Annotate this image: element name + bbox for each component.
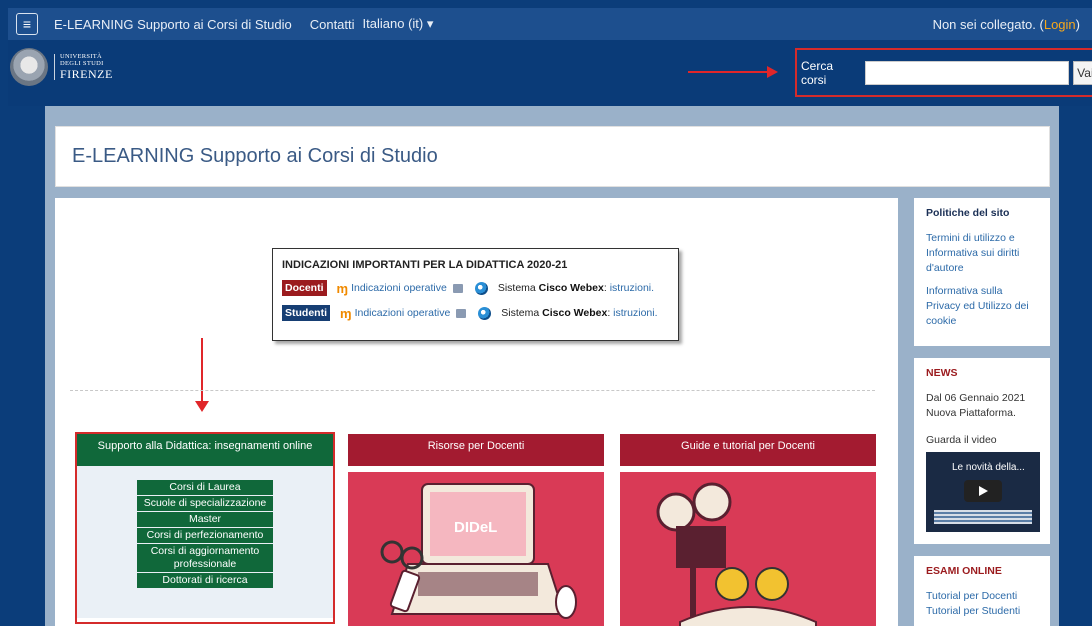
search-button[interactable]: Vai bbox=[1073, 60, 1092, 85]
link-indicazioni-docenti[interactable]: Indicazioni operative bbox=[351, 282, 447, 294]
play-icon[interactable] bbox=[964, 480, 1002, 502]
course-type-dottorati[interactable]: Dottorati di ricerca bbox=[137, 573, 273, 588]
column-risorse-docenti: Risorse per Docenti DIDeL bbox=[348, 434, 604, 626]
projector-illustration[interactable] bbox=[620, 472, 876, 626]
news-title: NEWS bbox=[926, 367, 958, 379]
webex-icon bbox=[478, 306, 492, 320]
news-text-platform: Nuova Piattaforma. bbox=[926, 407, 1016, 419]
didel-logo-text: DIDeL bbox=[454, 519, 497, 536]
news-text-date: Dal 06 Gennaio 2021 bbox=[926, 392, 1026, 404]
column-supporto-didattica: Supporto alla Didattica: insegnamenti on… bbox=[75, 432, 335, 624]
column-header-risorse[interactable]: Risorse per Docenti bbox=[348, 434, 604, 466]
university-logo[interactable]: UNIVERSITÀ DEGLI STUDI FIRENZE bbox=[8, 44, 118, 90]
sidebar-exams: ESAMI ONLINE Tutorial per Docenti Tutori… bbox=[914, 556, 1050, 626]
page-frame: E-LEARNING Supporto ai Corsi di Studio I… bbox=[45, 106, 1059, 626]
sys-name: Cisco Webex bbox=[538, 282, 604, 294]
link-istruzioni-docenti[interactable]: istruzioni bbox=[610, 282, 651, 294]
logo-text: UNIVERSITÀ DEGLI STUDI FIRENZE bbox=[54, 53, 113, 81]
search-label: Cerca corsi bbox=[801, 58, 834, 87]
projector-illustration-svg bbox=[656, 482, 817, 626]
course-type-perfezionamento[interactable]: Corsi di perfezionamento bbox=[137, 528, 273, 543]
course-search: Cerca corsi Vai bbox=[795, 48, 1092, 97]
login-status: Non sei collegato. (Login) bbox=[933, 17, 1080, 32]
annotation-arrow-right bbox=[688, 66, 778, 78]
sys-prefix: Sistema bbox=[501, 307, 540, 319]
section-divider bbox=[70, 390, 875, 391]
exam-link-studenti[interactable]: Tutorial per Studenti bbox=[926, 604, 1038, 619]
course-type-aggiornamento[interactable]: Corsi di aggiornamento professionale bbox=[137, 544, 273, 572]
column-header-supporto[interactable]: Supporto alla Didattica: insegnamenti on… bbox=[77, 434, 333, 466]
speaker-icon bbox=[452, 283, 463, 293]
search-input[interactable] bbox=[865, 60, 1070, 85]
login-link[interactable]: Login bbox=[1044, 17, 1076, 32]
policies-title: Politiche del sito bbox=[926, 207, 1010, 219]
title-panel: E-LEARNING Supporto ai Corsi di Studio bbox=[55, 126, 1050, 187]
main-content: INDICAZIONI IMPORTANTI PER LA DIDATTICA … bbox=[55, 198, 898, 626]
page-title: E-LEARNING Supporto ai Corsi di Studio bbox=[72, 145, 438, 167]
annotation-arrow-down bbox=[195, 338, 209, 412]
sys-prefix: Sistema bbox=[497, 282, 536, 294]
course-types-panel: Corsi di Laurea Scuole di specializzazio… bbox=[77, 466, 333, 618]
column-guide-tutorial: Guide e tutorial per Docenti bbox=[620, 434, 876, 626]
policy-link-terms[interactable]: Termini di utilizzo e Informativa sui di… bbox=[926, 231, 1038, 276]
course-type-laurea[interactable]: Corsi di Laurea bbox=[137, 480, 273, 495]
top-navbar: ≡ E-LEARNING Supporto ai Corsi di Studio… bbox=[8, 8, 1092, 40]
video-thumbnail-strip bbox=[934, 510, 1032, 524]
video-title: Le novità della... bbox=[952, 462, 1025, 473]
language-menu[interactable]: Italiano (it) ▾ bbox=[363, 16, 434, 32]
speaker-icon bbox=[456, 308, 467, 318]
caret-down-icon: ▾ bbox=[426, 16, 434, 31]
sys-name: Cisco Webex bbox=[542, 307, 608, 319]
sys-dot: . bbox=[654, 307, 658, 319]
exam-link-docenti[interactable]: Tutorial per Docenti bbox=[926, 589, 1038, 604]
webex-icon bbox=[474, 281, 488, 295]
link-indicazioni-studenti[interactable]: Indicazioni operative bbox=[355, 307, 451, 319]
sidebar-news: NEWS Dal 06 Gennaio 2021 Nuova Piattafor… bbox=[914, 358, 1050, 544]
moodle-icon: ɱ bbox=[340, 305, 352, 321]
university-seal-icon bbox=[10, 48, 48, 86]
moodle-icon: ɱ bbox=[336, 280, 349, 296]
tag-docenti: Docenti bbox=[282, 280, 327, 296]
course-type-list: Corsi di Laurea Scuole di specializzazio… bbox=[137, 480, 273, 589]
sys-colon: : bbox=[603, 282, 607, 294]
notice-row-studenti: Studenti ɱ Indicazioni operative Sistema… bbox=[282, 305, 678, 321]
policy-link-privacy[interactable]: Informativa sulla Privacy ed Utilizzo de… bbox=[926, 284, 1038, 329]
site-header: UNIVERSITÀ DEGLI STUDI FIRENZE Cerca cor… bbox=[8, 40, 1092, 106]
hamburger-icon[interactable]: ≡ bbox=[16, 13, 38, 35]
notice-row-docenti: Docenti ɱ Indicazioni operative Sistema … bbox=[282, 280, 678, 296]
sys-colon: : bbox=[607, 307, 611, 319]
news-text-video: Guarda il video bbox=[926, 434, 997, 446]
exams-title: ESAMI ONLINE bbox=[926, 565, 1002, 577]
laptop-illustration-svg: DIDeL bbox=[380, 483, 577, 619]
sidebar-policies: Politiche del sito Termini di utilizzo e… bbox=[914, 198, 1050, 346]
sys-dot: . bbox=[651, 282, 655, 294]
link-istruzioni-studenti[interactable]: istruzioni bbox=[613, 307, 654, 319]
tag-studenti: Studenti bbox=[282, 305, 330, 321]
notice-box: INDICAZIONI IMPORTANTI PER LA DIDATTICA … bbox=[272, 248, 679, 341]
nav-site-name[interactable]: E-LEARNING Supporto ai Corsi di Studio bbox=[54, 17, 292, 32]
course-type-specializzazione[interactable]: Scuole di specializzazione bbox=[137, 496, 273, 511]
laptop-illustration[interactable]: DIDeL bbox=[348, 472, 604, 626]
nav-contacts[interactable]: Contatti bbox=[310, 17, 355, 32]
language-label: Italiano (it) bbox=[362, 16, 424, 31]
logo-line-3: FIRENZE bbox=[60, 66, 113, 81]
course-type-master[interactable]: Master bbox=[137, 512, 273, 527]
login-status-text: Non sei collegato. ( bbox=[932, 16, 1044, 32]
notice-title: INDICAZIONI IMPORTANTI PER LA DIDATTICA … bbox=[282, 259, 568, 271]
news-video-player[interactable]: Le novità della... bbox=[926, 452, 1040, 532]
login-status-suffix: ) bbox=[1075, 16, 1080, 32]
column-header-guide[interactable]: Guide e tutorial per Docenti bbox=[620, 434, 876, 466]
